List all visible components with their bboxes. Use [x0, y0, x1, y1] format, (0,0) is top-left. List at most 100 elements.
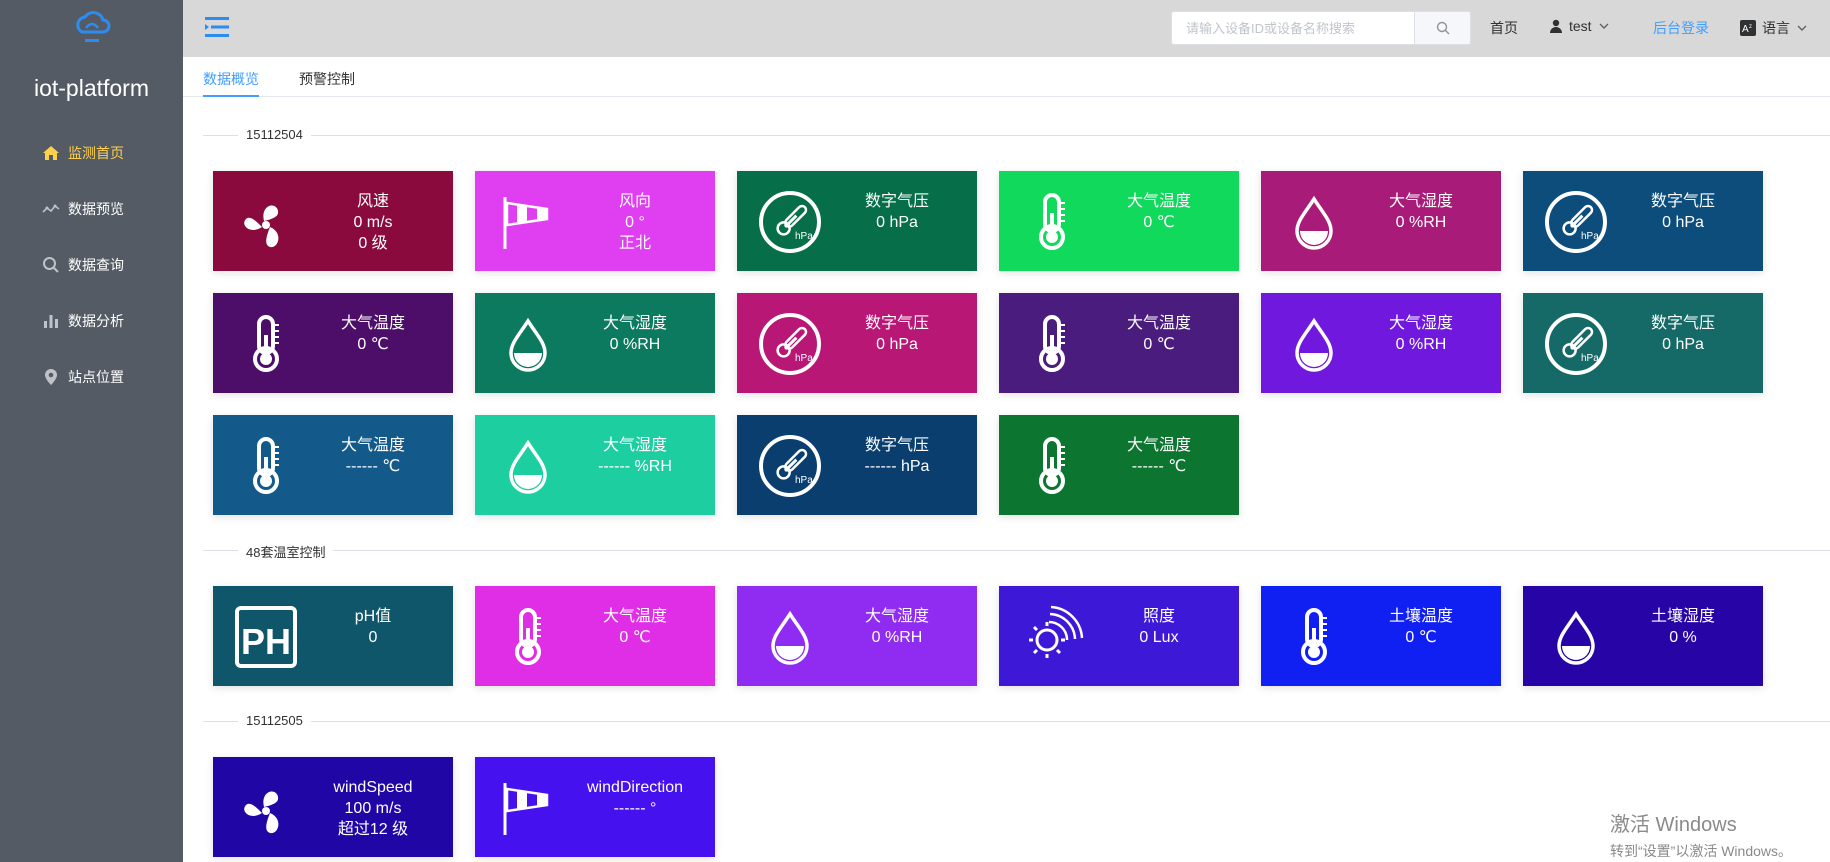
- brand-name: iot-platform: [33, 75, 150, 101]
- sidebar-item-query[interactable]: 数据查询: [0, 237, 183, 293]
- sensor-card[interactable]: 大气湿度 0 %RH: [1261, 293, 1501, 393]
- search-input[interactable]: [1172, 12, 1414, 44]
- sensor-name: 大气湿度: [1388, 193, 1453, 210]
- sensor-readout: 数字气压 0 hPa: [817, 313, 977, 355]
- watermark-title: 激活 Windows: [1610, 814, 1737, 836]
- sidebar: iot-platform 监测首页 数据预览 数据查询 数据分析 站点位置: [0, 0, 183, 862]
- sensor-card[interactable]: PH pH值 0: [213, 586, 453, 686]
- sensor-card[interactable]: 大气温度 0 ℃: [999, 293, 1239, 393]
- sensor-name: 大气湿度: [602, 315, 667, 332]
- tab-overview[interactable]: 数据概览: [203, 69, 259, 89]
- sensor-value: 0 %RH: [1395, 336, 1447, 353]
- sensor-card[interactable]: 风向 0 ° 正北: [475, 171, 715, 271]
- sensor-name: 数字气压: [864, 315, 929, 332]
- sensor-card[interactable]: hPa 数字气压 0 hPa: [737, 171, 977, 271]
- sensor-value: 0 %RH: [609, 336, 661, 353]
- sensor-readout: 数字气压 ------ hPa: [817, 435, 977, 477]
- thermometer-icon: [233, 311, 299, 377]
- sensor-card[interactable]: 大气湿度 ------ %RH: [475, 415, 715, 515]
- sensor-card[interactable]: hPa 数字气压 0 hPa: [1523, 293, 1763, 393]
- home-link[interactable]: 首页: [1490, 18, 1518, 38]
- sensor-card[interactable]: windSpeed 100 m/s 超过12 级: [213, 757, 453, 857]
- sensor-readout: 大气温度 ------ ℃: [1079, 435, 1239, 477]
- top-header: 首页 test 后台登录 Az 语言: [183, 0, 1830, 57]
- sidebar-item-label: 数据预览: [68, 201, 124, 217]
- group-divider: [203, 721, 1830, 722]
- search-button[interactable]: [1414, 12, 1470, 44]
- droplet-icon: [1281, 189, 1347, 255]
- sensor-card[interactable]: windDirection ------ °: [475, 757, 715, 857]
- tab-bar: 数据概览 预警控制: [183, 57, 1830, 97]
- sensor-value: 0: [368, 629, 378, 646]
- sensor-readout: 土壤湿度 0 %: [1603, 606, 1763, 648]
- sensor-card[interactable]: 大气温度 0 ℃: [999, 171, 1239, 271]
- language-menu[interactable]: Az 语言: [1740, 18, 1808, 38]
- sensor-readout: 数字气压 0 hPa: [1603, 191, 1763, 233]
- droplet-icon: [757, 604, 823, 670]
- sensor-value: 0 Lux: [1139, 629, 1179, 646]
- sensor-name: 大气湿度: [864, 608, 929, 625]
- sensor-readout: 大气温度 0 ℃: [1079, 191, 1239, 233]
- sidebar-item-analysis[interactable]: 数据分析: [0, 293, 183, 349]
- sensor-name: 土壤湿度: [1650, 608, 1715, 625]
- sensor-card[interactable]: 照度 0 Lux: [999, 586, 1239, 686]
- sensor-value: ------ hPa: [864, 458, 930, 475]
- user-menu[interactable]: test: [1549, 18, 1610, 34]
- sensor-name: 数字气压: [1650, 193, 1715, 210]
- user-icon: [1550, 19, 1562, 33]
- sensor-name: 大气温度: [602, 608, 667, 625]
- svg-text:hPa: hPa: [1581, 353, 1599, 364]
- sensor-card[interactable]: 大气温度 0 ℃: [213, 293, 453, 393]
- droplet-icon: [495, 311, 561, 377]
- group-title: 15112504: [238, 127, 311, 142]
- tab-alert-control[interactable]: 预警控制: [299, 69, 355, 89]
- sensor-value: 0 hPa: [1662, 336, 1704, 353]
- sensor-value: ------ °: [613, 800, 657, 817]
- svg-text:z: z: [1749, 24, 1752, 30]
- ph-icon: PH: [233, 604, 299, 670]
- sensor-card[interactable]: 大气湿度 0 %RH: [1261, 171, 1501, 271]
- admin-login-link[interactable]: 后台登录: [1653, 18, 1709, 38]
- sensor-name: 大气温度: [1126, 437, 1191, 454]
- sensor-card[interactable]: 土壤温度 0 ℃: [1261, 586, 1501, 686]
- sensor-value: 0 hPa: [1662, 214, 1704, 231]
- svg-text:PH: PH: [241, 621, 291, 662]
- logo: [0, 6, 183, 46]
- search-icon: [43, 257, 59, 273]
- sensor-value: ------ ℃: [345, 458, 401, 475]
- sensor-name: 大气湿度: [602, 437, 667, 454]
- sensor-value: 0 hPa: [876, 214, 918, 231]
- sensor-card[interactable]: 大气温度 ------ ℃: [999, 415, 1239, 515]
- sensor-name: 风速: [356, 193, 389, 210]
- sidebar-item-label: 数据查询: [68, 257, 124, 273]
- sensor-card[interactable]: 大气温度 0 ℃: [475, 586, 715, 686]
- sensor-readout: windDirection ------ °: [555, 777, 715, 819]
- sidebar-item-location[interactable]: 站点位置: [0, 349, 183, 405]
- sensor-level: 0 级: [358, 235, 388, 252]
- sensor-card[interactable]: 大气湿度 0 %RH: [737, 586, 977, 686]
- sensor-card[interactable]: hPa 数字气压 ------ hPa: [737, 415, 977, 515]
- sensor-name: windDirection: [586, 779, 684, 796]
- sidebar-item-preview[interactable]: 数据预览: [0, 181, 183, 237]
- sensor-readout: windSpeed 100 m/s 超过12 级: [293, 777, 453, 840]
- sensor-readout: 大气温度 0 ℃: [1079, 313, 1239, 355]
- sensor-value: 0 °: [625, 214, 645, 231]
- thermometer-icon: [1019, 311, 1085, 377]
- sensor-card[interactable]: hPa 数字气压 0 hPa: [1523, 171, 1763, 271]
- barometer-icon: hPa: [757, 433, 823, 499]
- sensor-card[interactable]: 土壤湿度 0 %: [1523, 586, 1763, 686]
- sidebar-item-home[interactable]: 监测首页: [0, 125, 183, 181]
- sensor-value: 0 ℃: [619, 629, 651, 646]
- sensor-card[interactable]: hPa 数字气压 0 hPa: [737, 293, 977, 393]
- menu-toggle-icon[interactable]: [203, 14, 231, 40]
- group-divider: [203, 135, 1830, 136]
- sensor-name: pH值: [354, 608, 392, 625]
- sensor-readout: 风速 0 m/s 0 级: [293, 191, 453, 254]
- sidebar-item-label: 数据分析: [68, 313, 124, 329]
- barometer-icon: hPa: [1543, 189, 1609, 255]
- sensor-card[interactable]: 风速 0 m/s 0 级: [213, 171, 453, 271]
- windows-activation-watermark: 激活 Windows 转到“设置”以激活 Windows。: [1610, 808, 1792, 861]
- sensor-value: ------ %RH: [598, 458, 672, 475]
- sensor-card[interactable]: 大气湿度 0 %RH: [475, 293, 715, 393]
- sensor-card[interactable]: 大气温度 ------ ℃: [213, 415, 453, 515]
